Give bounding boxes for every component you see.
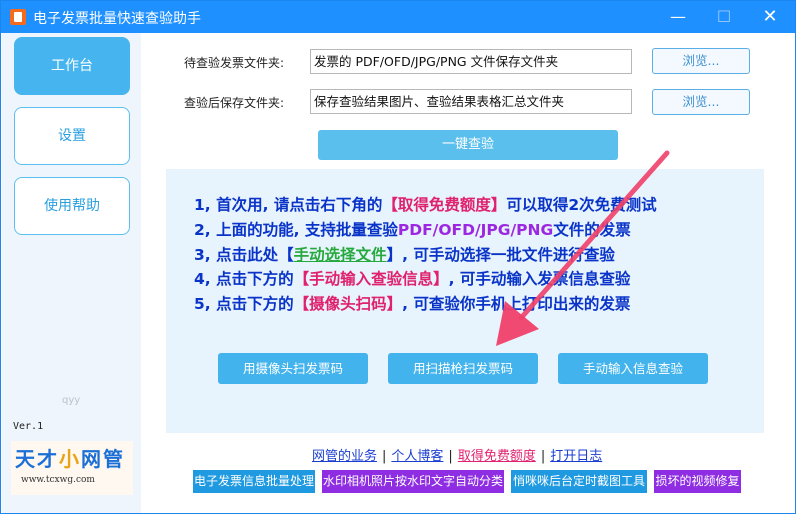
manual-input-button[interactable]: 手动输入信息查验 (558, 353, 708, 384)
blog-link[interactable]: 个人博客 (391, 449, 443, 464)
version-label: Ver.1 (13, 421, 44, 432)
instruction-2-text: 2, 上面的功能, 支持批量查验 (194, 221, 398, 239)
instruction-1-tail: 可以取得2次免费测试 (506, 196, 657, 214)
input-folder-field[interactable]: 发票的 PDF/OFD/JPG/PNG 文件保存文件夹 (310, 49, 632, 74)
browse-output-button[interactable]: 浏览... (652, 89, 750, 115)
promo-video-repair[interactable]: 损坏的视频修复 (654, 470, 741, 493)
sidebar-item-help[interactable]: 使用帮助 (14, 177, 130, 235)
link-separator: | (448, 449, 453, 464)
instruction-5-tail: , 可查验你手机上打印出来的发票 (402, 295, 631, 313)
output-folder-field[interactable]: 保存查验结果图片、查验结果表格汇总文件夹 (310, 89, 632, 114)
promo-screenshot-tool[interactable]: 悄咪咪后台定时截图工具 (511, 470, 647, 493)
logo-url: www.tcxwg.com (21, 475, 95, 485)
sidebar-item-workbench[interactable]: 工作台 (14, 37, 130, 95)
browse-input-button[interactable]: 浏览... (652, 48, 750, 74)
instruction-1-text: 1, 首次用, 请点击右下角的 (194, 196, 383, 214)
minimize-button[interactable]: — (655, 1, 701, 33)
promo-invoice-batch[interactable]: 电子发票信息批量处理 (193, 470, 315, 493)
link-separator: | (382, 449, 387, 464)
sidebar: 工作台 设置 使用帮助 qyy Ver.1 天才小网管 www.tcxwg.co… (2, 33, 141, 513)
sidebar-item-settings[interactable]: 设置 (14, 107, 130, 165)
instruction-5-text: 5, 点击下方的 (194, 295, 294, 313)
service-link[interactable]: 网管的业务 (312, 449, 377, 464)
instruction-line-3: 3, 点击此处【手动选择文件】, 可手动选择一批文件进行查验 (194, 243, 615, 265)
close-button[interactable]: ✕ (747, 1, 793, 33)
camera-scan-highlight: 【摄像头扫码】 (293, 295, 403, 313)
one-click-check-button[interactable]: 一键查验 (318, 130, 618, 160)
instruction-3-tail: 】, 可手动选择一批文件进行查验 (386, 246, 615, 264)
title-bar[interactable]: 电子发票批量快速查验助手 — ☐ ✕ (1, 1, 795, 33)
app-icon (10, 9, 26, 25)
manual-select-files-link[interactable]: 手动选择文件 (294, 246, 387, 264)
output-folder-label: 查验后保存文件夹: (184, 96, 285, 110)
free-quota-link[interactable]: 取得免费额度 (458, 449, 536, 464)
promo-watermark-classify[interactable]: 水印相机照片按水印文字自动分类 (322, 470, 504, 493)
manual-input-highlight: 【手动输入查验信息】 (293, 270, 449, 288)
instruction-4-tail: , 可手动输入发票信息查验 (448, 270, 631, 288)
camera-scan-button[interactable]: 用摄像头扫发票码 (218, 353, 368, 384)
instruction-4-text: 4, 点击下方的 (194, 270, 294, 288)
instruction-panel: 1, 首次用, 请点击右下角的【取得免费额度】可以取得2次免费测试 2, 上面的… (166, 169, 764, 433)
instruction-line-5: 5, 点击下方的【摄像头扫码】, 可查验你手机上打印出来的发票 (194, 292, 630, 314)
logo-text-part3: 网管 (81, 447, 125, 471)
logo-text: 天才小网管 (15, 443, 125, 472)
link-separator: | (540, 449, 546, 464)
window-title: 电子发票批量快速查验助手 (33, 11, 201, 27)
instruction-3-text: 3, 点击此处【 (194, 246, 294, 264)
instruction-2-tail: 文件的发票 (553, 221, 631, 239)
brand-logo: 天才小网管 www.tcxwg.com (11, 441, 133, 495)
footer-links: 网管的业务 | 个人博客 | 取得免费额度 | 打开日志 (312, 445, 602, 464)
scanner-gun-button[interactable]: 用扫描枪扫发票码 (388, 353, 538, 384)
app-window: 电子发票批量快速查验助手 — ☐ ✕ 工作台 设置 使用帮助 qyy Ver.1… (0, 0, 796, 514)
open-log-link[interactable]: 打开日志 (550, 449, 602, 464)
input-folder-label: 待查验发票文件夹: (184, 56, 285, 70)
file-types-highlight: PDF/OFD/JPG/PNG (397, 221, 554, 239)
instruction-line-4: 4, 点击下方的【手动输入查验信息】, 可手动输入发票信息查验 (194, 267, 630, 289)
logo-text-part1: 天才 (15, 447, 59, 471)
instruction-line-1: 1, 首次用, 请点击右下角的【取得免费额度】可以取得2次免费测试 (194, 193, 657, 215)
free-quota-highlight: 【取得免费额度】 (382, 196, 507, 214)
watermark-text: qyy (62, 395, 81, 406)
instruction-line-2: 2, 上面的功能, 支持批量查验PDF/OFD/JPG/PNG文件的发票 (194, 218, 631, 240)
logo-text-part2: 小 (59, 447, 81, 471)
maximize-button[interactable]: ☐ (701, 1, 747, 33)
